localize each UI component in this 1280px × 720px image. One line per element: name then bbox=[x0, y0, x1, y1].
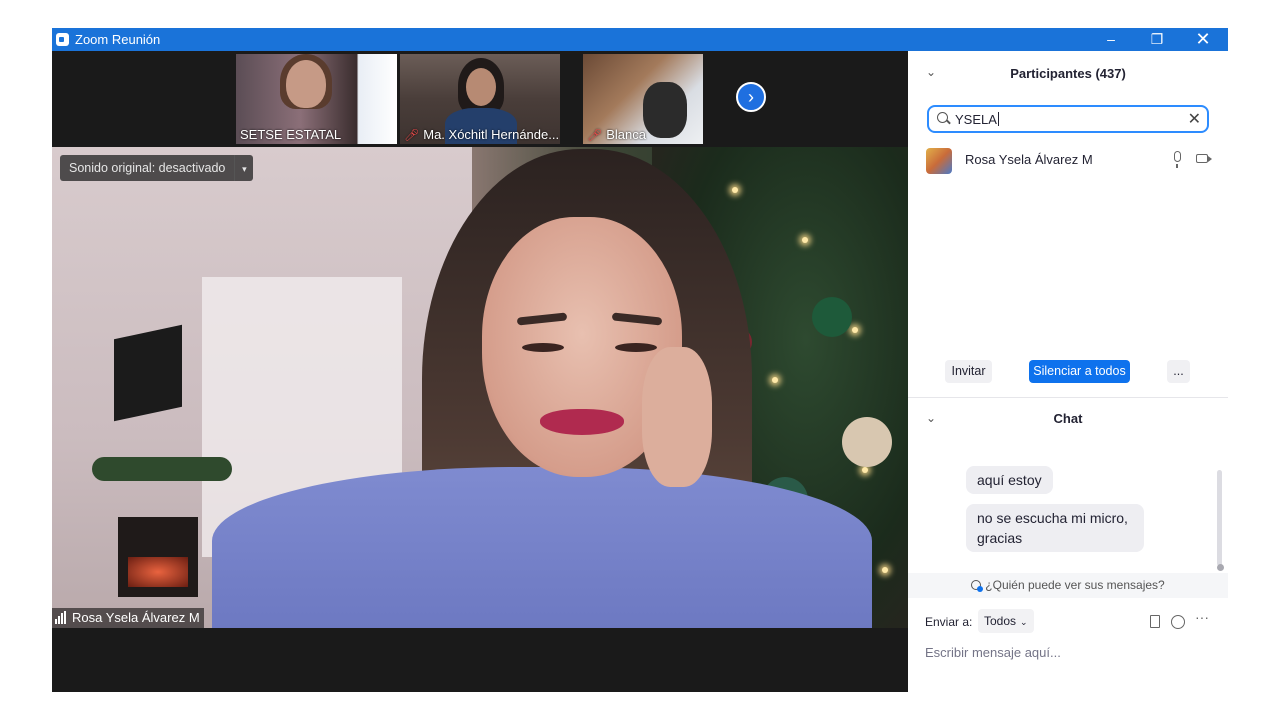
who-can-see-link[interactable]: ¿Quién puede ver sus mensajes? bbox=[908, 573, 1228, 598]
speaker-name: Rosa Ysela Álvarez M bbox=[72, 610, 200, 625]
speaker-video bbox=[615, 343, 657, 352]
clear-search-icon[interactable]: ✕ bbox=[1188, 109, 1201, 129]
next-page-chevron-icon[interactable]: › bbox=[736, 82, 766, 112]
minimize-button[interactable]: – bbox=[1088, 28, 1134, 51]
scroll-indicator[interactable] bbox=[1217, 564, 1224, 571]
speaker-video bbox=[540, 409, 624, 435]
microphone-icon bbox=[1174, 151, 1181, 168]
send-to-dropdown[interactable]: Todos ⌄ bbox=[978, 609, 1034, 633]
chevron-down-icon: ⌄ bbox=[1020, 617, 1028, 627]
maximize-button[interactable]: ❐ bbox=[1134, 28, 1180, 51]
more-options-button[interactable]: ... bbox=[1167, 360, 1190, 383]
thumb-image bbox=[466, 68, 496, 106]
participant-search[interactable]: YSELA ✕ bbox=[927, 105, 1209, 133]
search-input[interactable]: YSELA bbox=[955, 112, 999, 127]
chat-header: ⌄ Chat bbox=[908, 398, 1228, 438]
window-title: Zoom Reunión bbox=[75, 32, 161, 47]
video-background bbox=[114, 324, 182, 422]
side-panel: ⌄ Participantes (437) YSELA ✕ Rosa Ysela… bbox=[908, 51, 1228, 692]
video-background bbox=[92, 457, 232, 481]
zoom-window: Zoom Reunión – ❐ ✕ SETSE ESTATAL 🎤︎ Ma. X… bbox=[52, 28, 1228, 692]
speaker-video bbox=[522, 343, 564, 352]
text-cursor bbox=[997, 112, 999, 126]
thumbnail-setse[interactable]: SETSE ESTATAL bbox=[236, 54, 397, 144]
mic-muted-icon: 🎤︎ bbox=[587, 128, 603, 142]
caret-down-icon[interactable]: ▾ bbox=[235, 156, 253, 182]
thumbnail-xochitl[interactable]: 🎤︎ Ma. Xóchitl Hernánde... bbox=[400, 54, 560, 144]
video-camera-icon bbox=[1196, 154, 1212, 163]
close-button[interactable]: ✕ bbox=[1180, 28, 1226, 51]
participants-header: ⌄ Participantes (437) bbox=[908, 51, 1228, 96]
signal-strength-icon bbox=[55, 610, 67, 628]
video-background bbox=[128, 557, 188, 587]
main-video: Sonido original: desactivado ▾ Rosa Ysela… bbox=[52, 147, 908, 628]
thumb-label-wrap: 🎤︎ Ma. Xóchitl Hernánde... bbox=[404, 127, 559, 142]
user-visibility-icon bbox=[971, 580, 984, 592]
participant-row[interactable]: Rosa Ysela Álvarez M bbox=[908, 145, 1228, 175]
thumb-image bbox=[643, 82, 687, 138]
participant-name: Rosa Ysela Álvarez M bbox=[965, 152, 1093, 167]
speaker-video bbox=[642, 347, 712, 487]
thumb-label: Blanca bbox=[606, 127, 646, 142]
mute-all-button[interactable]: Silenciar a todos bbox=[1029, 360, 1130, 383]
more-icon[interactable]: ··· bbox=[1195, 609, 1209, 625]
send-to-value: Todos bbox=[984, 614, 1017, 628]
chat-message-input[interactable] bbox=[925, 641, 1215, 663]
file-icon[interactable] bbox=[1150, 615, 1160, 628]
thumb-label-wrap: 🎤︎ Blanca bbox=[587, 127, 646, 142]
send-to-label: Enviar a: bbox=[925, 615, 973, 629]
emoji-icon[interactable] bbox=[1171, 615, 1185, 629]
thumb-image bbox=[286, 60, 326, 108]
search-value: YSELA bbox=[955, 112, 997, 127]
video-area: SETSE ESTATAL 🎤︎ Ma. Xóchitl Hernánde... … bbox=[52, 51, 908, 692]
zoom-app-icon bbox=[56, 33, 69, 46]
avatar bbox=[926, 148, 952, 174]
mic-muted-icon: 🎤︎ bbox=[404, 128, 420, 142]
chat-message: aquí estoy bbox=[966, 466, 1053, 494]
thumbnail-strip: SETSE ESTATAL 🎤︎ Ma. Xóchitl Hernánde... … bbox=[52, 51, 908, 147]
original-sound-toggle[interactable]: Sonido original: desactivado ▾ bbox=[60, 155, 254, 182]
thumb-label: SETSE ESTATAL bbox=[240, 127, 342, 142]
speaker-name-tag: Rosa Ysela Álvarez M bbox=[52, 608, 204, 628]
original-sound-label: Sonido original: desactivado bbox=[60, 155, 236, 181]
speaker-video bbox=[212, 467, 872, 628]
title-bar: Zoom Reunión – ❐ ✕ bbox=[52, 28, 1228, 51]
chat-title: Chat bbox=[1053, 411, 1083, 426]
chat-message: no se escucha mi micro, gracias bbox=[966, 504, 1144, 552]
chat-scrollbar[interactable] bbox=[1217, 470, 1222, 566]
thumb-label: Ma. Xóchitl Hernánde... bbox=[423, 127, 560, 142]
search-icon bbox=[937, 112, 948, 123]
participants-title: Participantes (437) bbox=[1010, 66, 1126, 81]
who-can-see-label: ¿Quién puede ver sus mensajes? bbox=[985, 578, 1165, 592]
invite-button[interactable]: Invitar bbox=[945, 360, 992, 383]
thumbnail-blanca[interactable]: 🎤︎ Blanca bbox=[583, 54, 703, 144]
